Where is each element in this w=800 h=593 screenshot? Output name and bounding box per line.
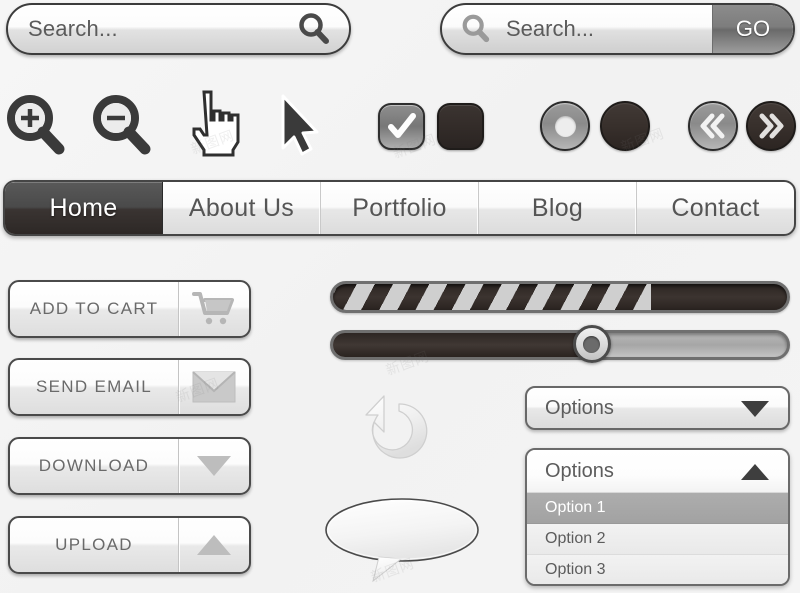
search-icon [442, 13, 492, 45]
search-input-placeholder[interactable]: Search... [8, 16, 297, 42]
nav-item-portfolio[interactable]: Portfolio [321, 182, 479, 234]
arrow-cursor-icon[interactable] [275, 92, 325, 163]
upload-button[interactable]: UPLOAD [8, 516, 251, 574]
slider-fill [333, 333, 592, 357]
upload-label: UPLOAD [55, 535, 133, 554]
main-navigation: Home About Us Portfolio Blog Contact [3, 180, 796, 236]
add-to-cart-button[interactable]: ADD TO CART [8, 280, 251, 338]
triangle-down-icon [178, 439, 249, 493]
send-email-label: SEND EMAIL [36, 377, 152, 396]
search-icon[interactable] [297, 12, 349, 46]
radio-selected[interactable] [540, 101, 590, 151]
search-input-placeholder[interactable]: Search... [492, 16, 712, 42]
dropdown-selected-label: Options [545, 459, 614, 482]
nav-item-about-us[interactable]: About Us [163, 182, 321, 234]
refresh-circular-arrow-icon[interactable] [352, 392, 444, 477]
prev-double-chevron-icon[interactable] [688, 101, 738, 151]
search-submit-button[interactable]: GO [712, 5, 793, 53]
checkbox-checked[interactable] [378, 103, 425, 150]
nav-item-contact[interactable]: Contact [637, 182, 794, 234]
send-email-button[interactable]: SEND EMAIL [8, 358, 251, 416]
dropdown-expanded-header[interactable]: Options [527, 450, 788, 493]
triangle-down-icon[interactable] [740, 399, 788, 418]
download-label: DOWNLOAD [38, 456, 150, 475]
envelope-icon [178, 360, 249, 414]
radio-unselected[interactable] [600, 101, 650, 151]
dropdown-collapsed[interactable]: Options [525, 386, 790, 430]
zoom-in-icon[interactable] [6, 94, 66, 161]
triangle-up-icon[interactable] [740, 462, 788, 481]
speech-bubble-shape[interactable] [323, 497, 481, 583]
radio-inner-dot [554, 115, 576, 137]
dropdown-option-1[interactable]: Option 1 [527, 493, 788, 524]
zoom-out-icon[interactable] [92, 94, 152, 161]
progress-bar-fill [333, 284, 651, 310]
checkbox-unchecked[interactable] [437, 103, 484, 150]
dropdown-option-2[interactable]: Option 2 [527, 524, 788, 555]
slider-thumb[interactable] [572, 325, 611, 363]
add-to-cart-label: ADD TO CART [29, 299, 159, 318]
hand-pointer-cursor-icon[interactable] [186, 86, 244, 163]
progress-bar [330, 281, 790, 313]
nav-item-blog[interactable]: Blog [479, 182, 637, 234]
dropdown-selected-label: Options [545, 396, 614, 419]
nav-item-home[interactable]: Home [5, 182, 163, 234]
triangle-up-icon [178, 518, 249, 572]
next-double-chevron-icon[interactable] [746, 101, 796, 151]
search-bar-secondary[interactable]: Search... GO [440, 3, 795, 55]
search-bar-primary[interactable]: Search... [6, 3, 351, 55]
slider-track[interactable] [330, 325, 790, 363]
dropdown-expanded[interactable]: Options Option 1 Option 2 Option 3 [525, 448, 790, 586]
dropdown-option-3[interactable]: Option 3 [527, 555, 788, 584]
download-button[interactable]: DOWNLOAD [8, 437, 251, 495]
shopping-cart-icon [178, 282, 249, 336]
